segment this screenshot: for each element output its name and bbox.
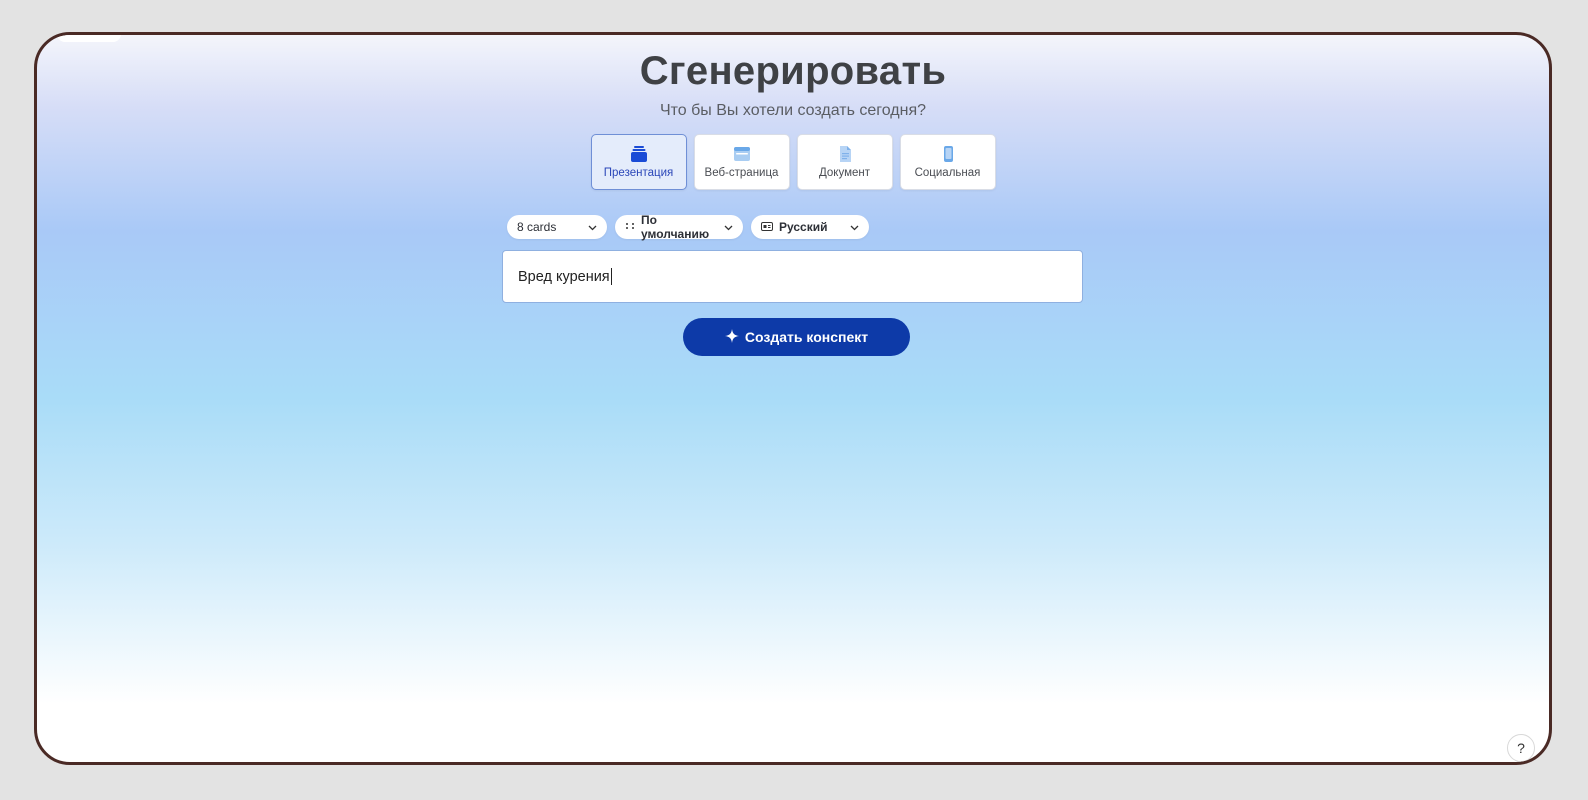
generation-options: 8 cards По умолчанию Русский	[507, 213, 869, 241]
sparkle-icon	[724, 328, 739, 346]
type-card-label: Социальная	[914, 167, 981, 179]
help-button[interactable]: ?	[1507, 734, 1535, 762]
page-subtitle: Что бы Вы хотели создать сегодня?	[659, 102, 927, 119]
cards-count-value: 8 cards	[517, 220, 557, 234]
chevron-down-icon	[850, 220, 859, 234]
type-card-webpage[interactable]: Веб-страница	[693, 134, 790, 190]
type-card-presentation[interactable]: Презентация	[590, 134, 687, 190]
phone-icon	[939, 145, 957, 163]
cards-count-dropdown[interactable]: 8 cards	[507, 215, 607, 239]
page-title: Сгенерировать	[639, 49, 947, 93]
theme-value: По умолчанию	[641, 213, 710, 241]
help-label: ?	[1517, 740, 1525, 756]
layout-dots-icon	[625, 220, 635, 234]
top-tab-indicator	[57, 35, 121, 42]
presentation-icon	[630, 145, 648, 163]
create-outline-label: Создать конспект	[744, 329, 869, 345]
type-card-label: Веб-страница	[704, 167, 779, 179]
type-card-label: Презентация	[603, 167, 674, 179]
prompt-input[interactable]: Вред курения	[502, 250, 1083, 303]
text-caret	[610, 268, 612, 285]
type-card-label: Документ	[818, 167, 870, 179]
language-value: Русский	[779, 220, 828, 234]
chevron-down-icon	[588, 220, 597, 234]
app-window: Сгенерировать Что бы Вы хотели создать с…	[34, 32, 1552, 765]
prompt-input-value: Вред курения	[518, 268, 610, 285]
chevron-down-icon	[724, 220, 733, 234]
type-card-social[interactable]: Социальная	[899, 134, 996, 190]
content-type-selector: Презентация Веб-страница Документ Социал…	[37, 134, 1549, 190]
create-outline-button[interactable]: Создать конспект	[683, 318, 910, 356]
document-icon	[836, 145, 854, 163]
language-icon	[761, 220, 773, 234]
webpage-icon	[733, 145, 751, 163]
theme-dropdown[interactable]: По умолчанию	[615, 213, 743, 241]
type-card-document[interactable]: Документ	[796, 134, 893, 190]
language-dropdown[interactable]: Русский	[751, 215, 869, 239]
